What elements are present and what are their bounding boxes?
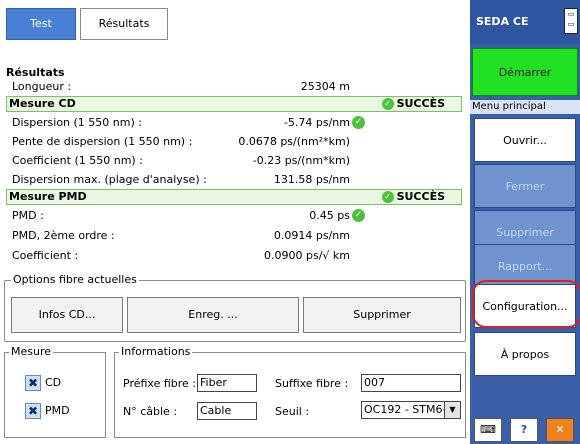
threshold-label: Seuil : [275, 405, 310, 418]
cable-input[interactable]: Cable [197, 402, 257, 420]
prefix-label: Préfixe fibre : [123, 377, 197, 390]
pmd-section-title: Mesure PMD [9, 190, 87, 203]
suffix-input[interactable]: 007 [361, 374, 461, 392]
length-label: Longueur : [12, 80, 72, 93]
pmd-second-order-row: PMD, 2ème ordre : 0.0914 ps/nm [6, 227, 462, 244]
cd-max-label: Dispersion max. (plage d'analyse) : [12, 173, 207, 186]
pmd2-label: PMD, 2ème ordre : [12, 229, 115, 242]
main-menu-header: Menu principal [470, 100, 580, 114]
check-icon: ✓ [352, 116, 365, 129]
tab-bar: Test fibre Résultats [0, 0, 470, 60]
informations-group-title: Informations [119, 345, 193, 358]
cd-slope-value: 0.0678 ps/(nm²*km) [238, 135, 350, 148]
save-button[interactable]: Enreg. ... [127, 297, 299, 333]
check-icon: ✓ [352, 209, 365, 222]
pmd-checkbox-label: PMD [45, 404, 70, 417]
infos-cd-button[interactable]: Infos CD... [11, 297, 123, 333]
cd-status-badge: ✓ SUCCÈS [381, 97, 445, 111]
bottom-toolbar: ⌨ ? ✕ [470, 414, 580, 444]
about-button[interactable]: À propos [474, 332, 576, 376]
cd-slope-label: Pente de dispersion (1 550 nm) : [12, 135, 193, 148]
cd-dispersion-row: Dispersion (1 550 nm) : -5.74 ps/nm ✓ [6, 114, 462, 131]
pmd-section-header: Mesure PMD ✓ SUCCÈS [6, 189, 462, 205]
report-button: Rapport... [474, 244, 576, 288]
chevron-down-icon[interactable]: ▼ [444, 402, 460, 418]
pmd2-value: 0.0914 ps/nm [273, 229, 350, 242]
check-icon: ✓ [381, 191, 394, 203]
pmd-row: PMD : 0.45 ps ✓ [6, 207, 462, 224]
threshold-value: OC192 - STM6‹ [364, 403, 447, 416]
cd-max-value: 131.58 ps/nm [273, 173, 350, 186]
mesure-group-title: Mesure [9, 345, 54, 358]
pmd-coefficient-label: Coefficient : [12, 249, 79, 262]
cd-checkbox[interactable]: ✖ [25, 375, 41, 391]
cd-coefficient-label: Coefficient (1 550 nm) : [12, 154, 143, 167]
start-button[interactable]: Démarrer [472, 48, 578, 96]
app-title: SEDA CE ▭ ▭ [470, 0, 580, 44]
tab-test-fibre[interactable]: Test fibre [6, 8, 76, 60]
cd-dispersion-label: Dispersion (1 550 nm) : [12, 116, 142, 129]
cable-label: N° câble : [123, 405, 178, 418]
configuration-button[interactable]: Configuration... [474, 284, 576, 328]
side-menu: SEDA CE ▭ ▭ Démarrer Menu principal Ouvri… [470, 0, 580, 444]
help-icon[interactable]: ? [510, 418, 538, 442]
pmd-value: 0.45 ps [309, 209, 350, 222]
suffix-label: Suffixe fibre : [275, 377, 349, 390]
options-group-title: Options fibre actuelles [11, 273, 139, 286]
keyboard-icon[interactable]: ⌨ [474, 418, 502, 442]
cd-max-dispersion-row: Dispersion max. (plage d'analyse) : 131.… [6, 171, 462, 188]
open-button[interactable]: Ouvrir... [474, 118, 576, 162]
threshold-select[interactable]: OC192 - STM6‹ ▼ [361, 401, 461, 419]
pmd-status-badge: ✓ SUCCÈS [381, 190, 445, 204]
pmd-coefficient-row: Coefficient : 0.0900 ps/√ km [6, 247, 462, 264]
informations-group: Informations Préfixe fibre : Fiber Suffi… [114, 345, 466, 438]
results-content: Résultats Longueur : 25304 m Mesure CD ✓… [6, 44, 466, 268]
cd-dispersion-value: -5.74 ps/nm [283, 116, 350, 129]
close-button: Fermer [474, 164, 576, 208]
mesure-group: Mesure ✖ CD ✖ PMD [4, 345, 106, 438]
pmd-label: PMD : [12, 209, 44, 222]
tab-results[interactable]: Résultats [80, 8, 168, 40]
cd-section-title: Mesure CD [9, 97, 76, 110]
cd-coefficient-row: Coefficient (1 550 nm) : -0.23 ps/(nm*km… [6, 152, 462, 169]
cd-section-header: Mesure CD ✓ SUCCÈS [6, 96, 462, 112]
length-row: Longueur : 25304 m [6, 78, 462, 95]
pmd-coefficient-value: 0.0900 ps/√ km [264, 249, 350, 262]
prefix-input[interactable]: Fiber [197, 374, 257, 392]
delete-fibre-button[interactable]: Supprimer [303, 297, 461, 333]
screen-icon[interactable]: ▭ ▭ [564, 8, 578, 34]
app-title-text: SEDA CE [476, 15, 529, 28]
cd-slope-row: Pente de dispersion (1 550 nm) : 0.0678 … [6, 133, 462, 150]
main-panel: Test fibre Résultats Résultats Longueur … [0, 0, 470, 444]
cd-coefficient-value: -0.23 ps/(nm*km) [252, 154, 350, 167]
length-value: 25304 m [300, 80, 350, 93]
close-icon[interactable]: ✕ [546, 418, 574, 442]
current-fibre-options-group: Options fibre actuelles Infos CD... Enre… [4, 273, 466, 342]
pmd-checkbox[interactable]: ✖ [25, 403, 41, 419]
cd-checkbox-label: CD [45, 376, 62, 389]
check-icon: ✓ [381, 98, 394, 110]
